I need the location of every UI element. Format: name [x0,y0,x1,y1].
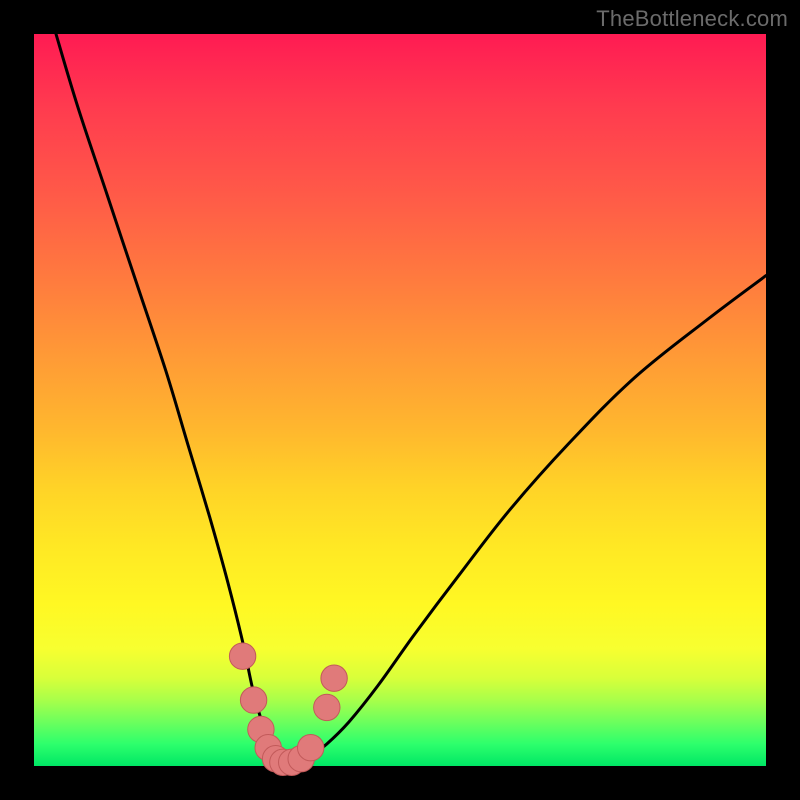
curve-marker [314,694,340,720]
watermark-text: TheBottleneck.com [596,6,788,32]
curve-marker [298,735,324,761]
plot-area [34,34,766,766]
bottleneck-curve [56,34,766,764]
curve-marker [321,665,347,691]
curve-marker [229,643,255,669]
curve-marker [240,687,266,713]
bottleneck-curve-svg [34,34,766,766]
chart-frame: TheBottleneck.com [0,0,800,800]
curve-markers [229,643,347,776]
